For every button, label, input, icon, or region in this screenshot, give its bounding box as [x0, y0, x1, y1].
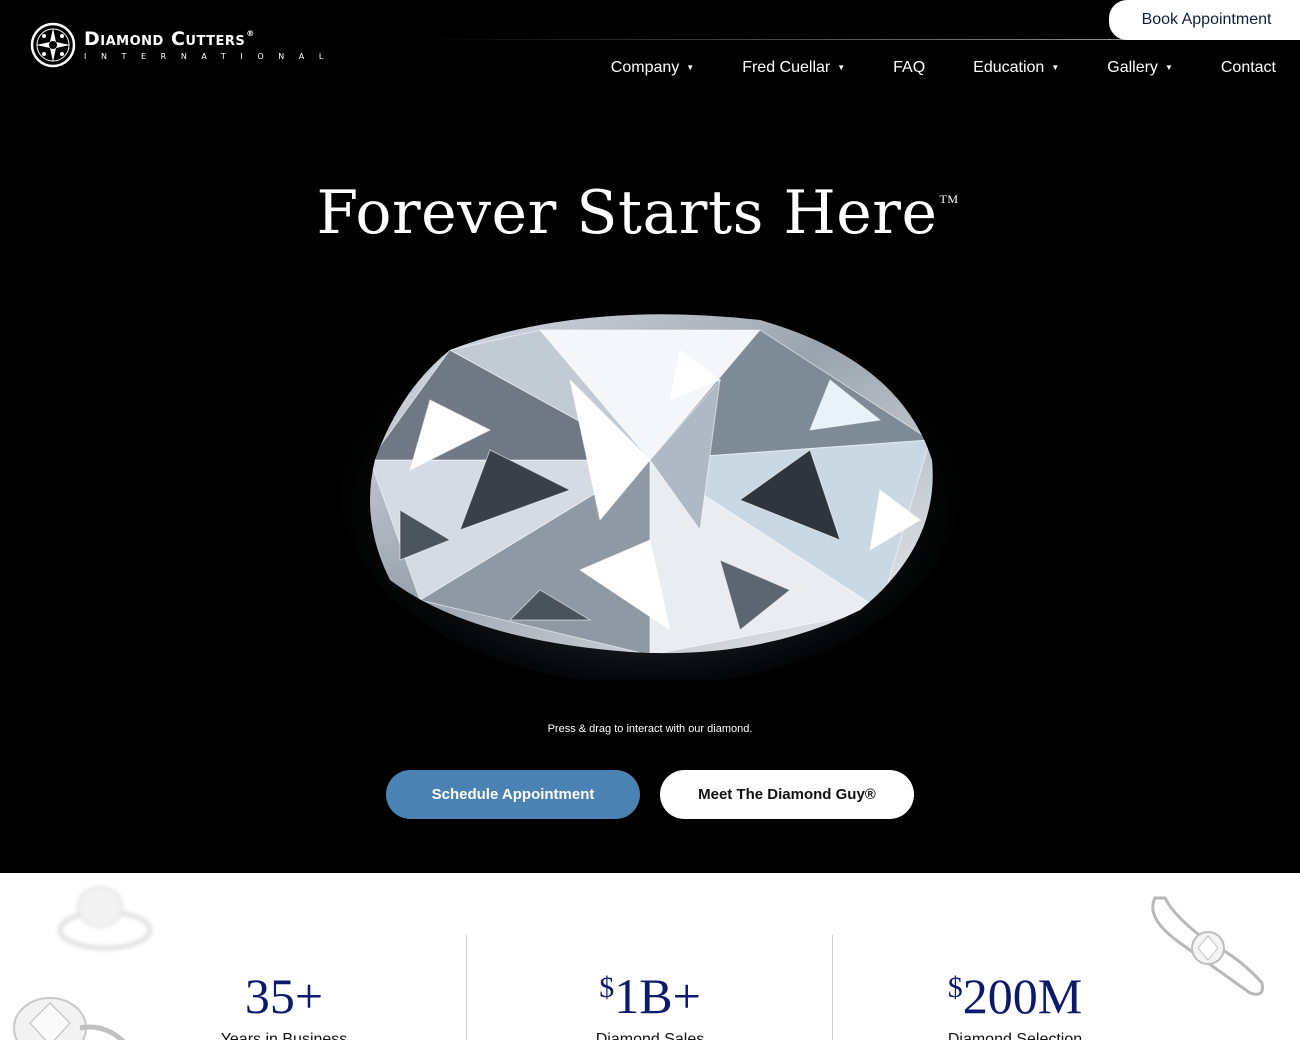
nav-item-company[interactable]: Company ▼	[611, 58, 694, 78]
compass-diamond-icon	[30, 22, 76, 68]
stat-label: Years in Business	[220, 1031, 348, 1040]
stat-label: Diamond Sales	[595, 1031, 705, 1040]
stat-number: 35+	[244, 968, 324, 1024]
caret-down-icon: ▼	[686, 62, 695, 72]
stat-sales: $1B+ Diamond Sales	[550, 971, 750, 1040]
stats-section: 35+ Years in Business $1B+ Diamond Sales…	[0, 873, 1300, 1040]
schedule-appointment-button[interactable]: Schedule Appointment	[386, 770, 640, 819]
stat-label: Diamond Selection	[947, 1031, 1083, 1040]
diamond-image	[340, 295, 960, 685]
nav-item-faq[interactable]: FAQ	[893, 58, 925, 78]
stat-selection: $200M Diamond Selection	[905, 971, 1125, 1040]
ring-image	[13, 997, 126, 1040]
stat-number: $1B+	[599, 968, 701, 1024]
caret-down-icon: ▼	[837, 62, 846, 72]
ring-image	[58, 886, 152, 950]
nav-item-fred-cuellar[interactable]: Fred Cuellar ▼	[742, 58, 845, 78]
brand-subtitle: INTERNATIONAL	[84, 51, 338, 61]
caret-down-icon: ▼	[1164, 62, 1173, 72]
stat-years: 35+ Years in Business	[184, 971, 384, 1040]
brand-name: Diamond Cutters®	[84, 27, 255, 50]
main-nav: Company ▼ Fred Cuellar ▼ FAQ Education ▼ Ga…	[563, 58, 1276, 78]
book-appointment-button[interactable]: Book Appointment	[1109, 0, 1300, 40]
site-header: Diamond Cutters® INTERNATIONAL Book Appo…	[0, 0, 1300, 100]
nav-item-contact[interactable]: Contact	[1221, 58, 1276, 78]
trademark-mark: TM	[939, 192, 959, 206]
stats-divider	[832, 935, 833, 1040]
nav-item-gallery[interactable]: Gallery ▼	[1107, 58, 1173, 78]
stat-number: $200M	[947, 968, 1083, 1024]
interactive-diamond[interactable]	[340, 290, 960, 685]
caret-down-icon: ▼	[1051, 62, 1060, 72]
hero-title: Forever Starts Here TM	[316, 178, 959, 248]
stats-divider	[466, 935, 467, 1040]
diamond-interaction-hint: Press & drag to interact with our diamon…	[547, 723, 753, 735]
brand-logo[interactable]: Diamond Cutters® INTERNATIONAL	[30, 22, 338, 68]
nav-item-education[interactable]: Education ▼	[973, 58, 1059, 78]
ring-image	[1151, 896, 1264, 996]
meet-diamond-guy-button[interactable]: Meet The Diamond Guy®	[660, 770, 914, 819]
header-rule	[420, 39, 1110, 40]
